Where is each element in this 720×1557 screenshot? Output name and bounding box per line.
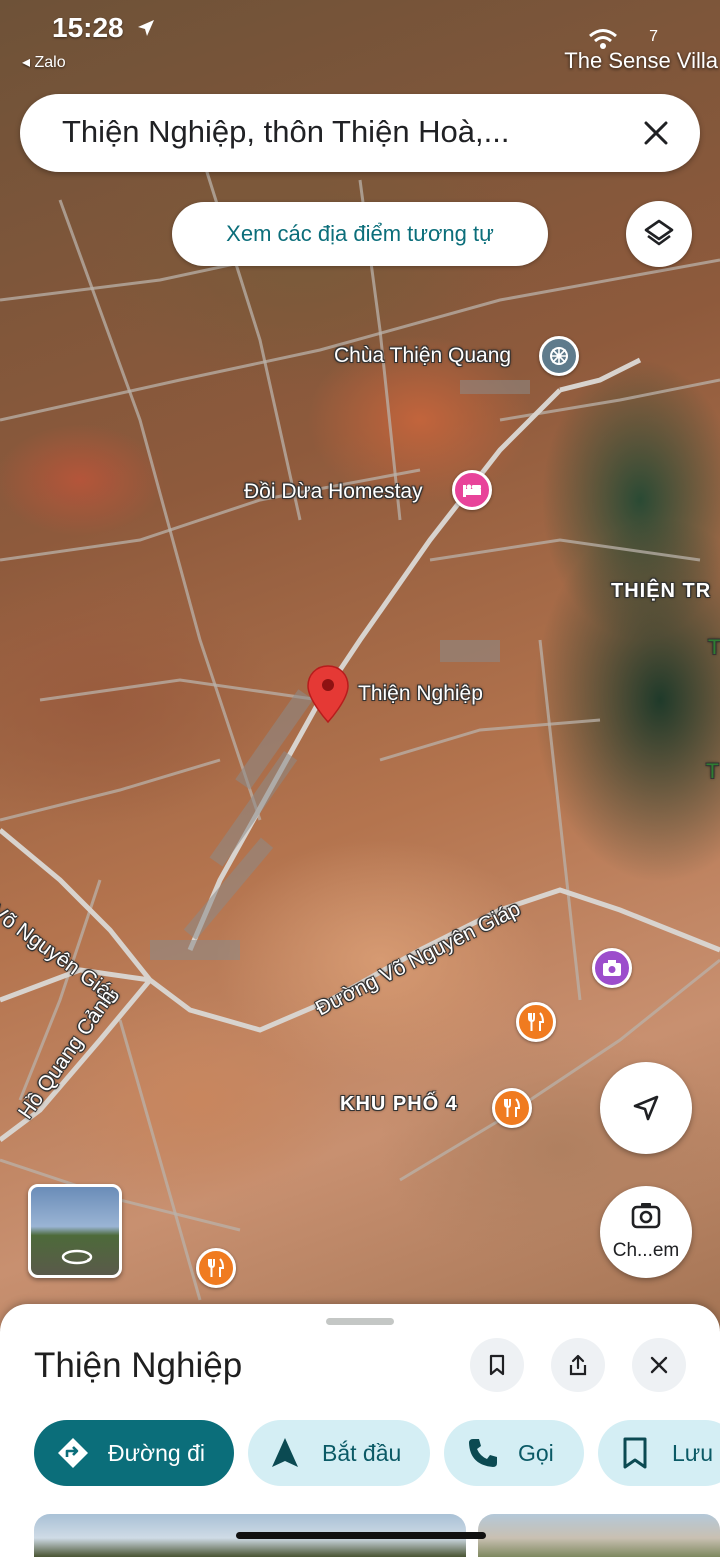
lens-camera-icon	[631, 1203, 661, 1229]
search-bar[interactable]: Thiện Nghiệp, thôn Thiện Hoà,...	[20, 94, 700, 172]
photo-spot-poi[interactable]	[592, 948, 632, 988]
home-indicator[interactable]	[236, 1532, 486, 1539]
hotel-poi[interactable]	[452, 470, 492, 510]
bed-icon	[463, 484, 481, 497]
place-photo[interactable]	[478, 1514, 720, 1557]
restaurant-poi[interactable]	[492, 1088, 532, 1128]
close-icon[interactable]	[634, 111, 678, 155]
close-icon	[650, 1356, 668, 1374]
my-location-button[interactable]	[600, 1062, 692, 1154]
camera-icon	[603, 960, 621, 976]
map-label-edge-1: T	[708, 636, 720, 659]
map-label-homestay[interactable]: Đồi Dừa Homestay	[244, 480, 423, 504]
street-view-thumbnail[interactable]	[28, 1184, 122, 1278]
fork-knife-icon	[504, 1098, 521, 1117]
directions-label: Đường đi	[108, 1440, 205, 1466]
place-bottom-sheet[interactable]: Thiện Nghiệp Đường đi Bắt đầu Gọi Lưu	[0, 1304, 720, 1557]
map-label-the-sense-villa[interactable]: The Sense Villa	[564, 48, 718, 74]
directions-button[interactable]: Đường đi	[34, 1420, 234, 1486]
status-time: 15:28	[52, 12, 124, 43]
share-button[interactable]	[551, 1338, 605, 1392]
dharma-wheel-icon	[550, 347, 568, 365]
call-label: Gọi	[518, 1440, 554, 1466]
fork-knife-icon	[528, 1012, 545, 1031]
map-label-temple[interactable]: Chùa Thiện Quang	[334, 344, 511, 368]
close-sheet-button[interactable]	[632, 1338, 686, 1392]
search-query[interactable]: Thiện Nghiệp, thôn Thiện Hoà,...	[62, 114, 510, 150]
start-button[interactable]: Bắt đầu	[248, 1420, 430, 1486]
lens-camera-button[interactable]: Ch...em	[600, 1186, 692, 1278]
bookmark-icon	[489, 1354, 505, 1376]
map-label-area-east: THIỆN TR	[611, 580, 712, 602]
phone-icon	[469, 1439, 497, 1467]
restaurant-poi[interactable]	[196, 1248, 236, 1288]
save-label: Lưu	[672, 1440, 713, 1466]
layers-icon	[644, 219, 674, 246]
similar-places-button[interactable]: Xem các địa điểm tương tự	[172, 202, 548, 266]
map-label-edge-2: T	[706, 760, 719, 783]
share-icon	[569, 1354, 587, 1376]
rotate-360-icon	[61, 1249, 93, 1265]
lens-label: Ch...em	[612, 1240, 680, 1261]
navigation-arrow-icon	[633, 1095, 659, 1121]
save-button[interactable]: Lưu	[598, 1420, 720, 1486]
sheet-drag-handle[interactable]	[326, 1318, 394, 1325]
layers-button[interactable]	[626, 201, 692, 267]
save-place-button[interactable]	[470, 1338, 524, 1392]
selected-place-pin-icon[interactable]	[306, 664, 350, 724]
restaurant-poi[interactable]	[516, 1002, 556, 1042]
bookmark-icon	[623, 1437, 647, 1469]
map-label-selected-place[interactable]: Thiện Nghiệp	[358, 682, 483, 706]
map-view[interactable]: 15:28 ◂ Zalo 7 The Sense Villa Thiện Ngh…	[0, 0, 720, 1330]
place-title: Thiện Nghiệp	[34, 1346, 243, 1385]
fork-knife-icon	[208, 1258, 225, 1277]
status-bar: 15:28 ◂ Zalo 7 The Sense Villa	[0, 0, 720, 80]
wifi-icon	[589, 29, 617, 49]
signal-indicator: 7	[649, 28, 658, 45]
start-label: Bắt đầu	[322, 1440, 402, 1466]
location-arrow-icon	[138, 20, 154, 36]
start-arrow-icon	[272, 1438, 298, 1467]
temple-poi[interactable]	[539, 336, 579, 376]
back-to-app-link[interactable]: ◂ Zalo	[22, 52, 66, 72]
call-button[interactable]: Gọi	[444, 1420, 584, 1486]
map-label-quarter: KHU PHỐ 4	[340, 1093, 458, 1115]
directions-icon	[58, 1438, 88, 1468]
